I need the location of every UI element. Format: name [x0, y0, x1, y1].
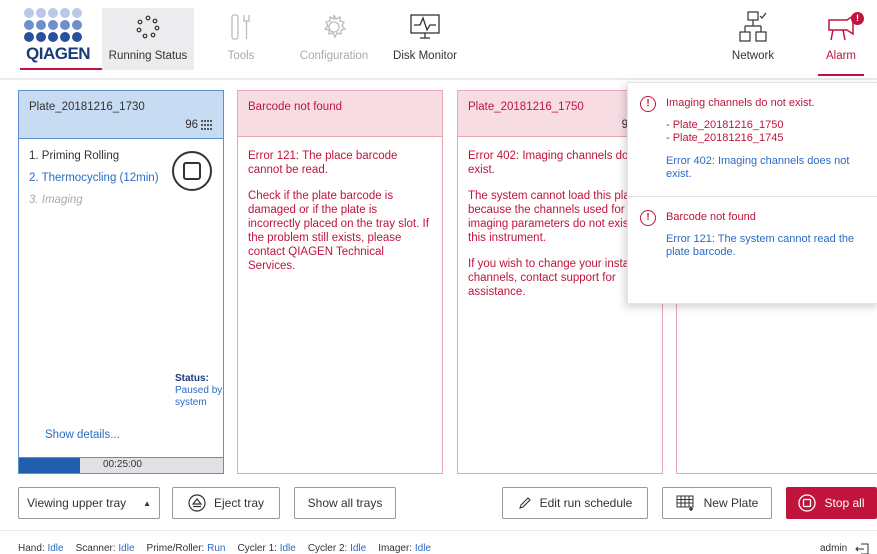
eject-tray-button[interactable]: Eject tray [172, 487, 280, 519]
alarm-badge: ! [851, 12, 864, 25]
nav-network[interactable]: Network [726, 8, 780, 70]
status-hand: Hand: Idle [18, 543, 64, 554]
nav-alarm[interactable]: ! Alarm [812, 8, 870, 76]
run-status: Status: Paused by system [175, 373, 223, 408]
stop-icon [183, 162, 201, 180]
notification-imaging[interactable]: ! Imaging channels do not exist. - Plate… [628, 96, 877, 181]
network-icon [726, 8, 780, 46]
username: admin [820, 543, 848, 554]
error-121-text: Error 121: The place barcode cannot be r… [248, 150, 398, 176]
status-cycler-1: Cycler 1: Idle [237, 543, 296, 554]
plate-run-header: Plate_20181216_1730 96 [19, 91, 223, 139]
user-menu[interactable]: admin [820, 543, 869, 554]
error-402-reason: The system cannot load this plate becaus… [468, 190, 644, 244]
status-imager: Imager: Idle [378, 543, 431, 554]
logout-icon[interactable] [855, 543, 869, 554]
warning-icon: ! [640, 210, 656, 226]
qiagen-logo: QIAGEN [20, 8, 106, 78]
status-cycler-2: Cycler 2: Idle [307, 543, 367, 554]
nav-tools[interactable]: Tools [214, 8, 268, 70]
progress-fill [19, 458, 81, 473]
new-plate-button[interactable]: New Plate [662, 487, 772, 519]
eject-icon [188, 494, 206, 512]
plate-1750-title: Plate_20181216_1750 [468, 101, 584, 113]
stop-all-button[interactable]: Stop all [786, 487, 877, 519]
barcode-error-card[interactable]: Barcode not found Error 121: The place b… [237, 90, 443, 474]
stop-all-icon [798, 494, 817, 512]
monitor-icon [384, 8, 466, 46]
plate-name: Plate_20181216_1730 [29, 101, 145, 113]
error-121-help: Check if the plate barcode is damaged or… [248, 190, 429, 272]
status-scanner: Scanner: Idle [75, 543, 135, 554]
run-progress-bar: 00:25:00 [19, 457, 223, 473]
barcode-error-title: Barcode not found [238, 91, 442, 137]
gear-icon [294, 8, 374, 46]
plate-grid-icon [201, 120, 212, 130]
nav-disk-monitor[interactable]: Disk Monitor [384, 8, 466, 70]
logo-text: QIAGEN [26, 44, 91, 63]
new-plate-icon [676, 495, 694, 511]
nav-running-status[interactable]: Running Status [102, 8, 194, 70]
top-bar: QIAGEN Running Status Tools Configuratio… [0, 0, 877, 80]
well-count: 96 [185, 119, 213, 131]
pencil-icon [518, 497, 531, 509]
status-bar: Hand: Idle Scanner: Idle Prime/Roller: R… [0, 530, 877, 554]
show-all-trays-button[interactable]: Show all trays [294, 487, 396, 519]
nav-configuration[interactable]: Configuration [294, 8, 374, 70]
warning-icon: ! [640, 96, 656, 112]
running-status-icon [102, 8, 194, 46]
alarm-notifications-popup: ! Imaging channels do not exist. - Plate… [627, 82, 877, 304]
tray-select[interactable]: Viewing upper tray ▲ [18, 487, 160, 519]
tools-icon [214, 8, 268, 46]
error-402-text: Error 402: Imaging channels do not exist… [468, 150, 648, 176]
plate-run-card[interactable]: Plate_20181216_1730 96 1. Priming Rollin… [18, 90, 224, 474]
show-details-link[interactable]: Show details... [45, 429, 120, 441]
caret-up-icon: ▲ [143, 498, 151, 508]
run-time: 00:25:00 [103, 459, 142, 470]
step-imaging: 3. Imaging [29, 194, 83, 206]
stop-run-button[interactable] [172, 151, 212, 191]
status-prime-roller: Prime/Roller: Run [146, 543, 226, 554]
error-402-help: If you wish to change your installed cha… [468, 258, 647, 298]
edit-run-schedule-button[interactable]: Edit run schedule [502, 487, 648, 519]
alarm-icon: ! [812, 8, 870, 46]
logo-dots [24, 8, 100, 42]
notification-barcode[interactable]: ! Barcode not found Error 121: The syste… [628, 210, 877, 259]
